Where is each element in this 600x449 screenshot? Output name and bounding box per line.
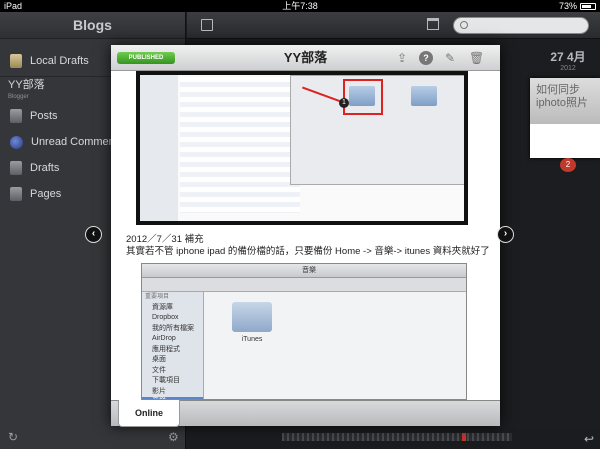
caption-date: 2012／7／31 補充	[126, 234, 204, 245]
modal-footer: Online	[111, 400, 500, 427]
post-thumbnail[interactable]: 如何同步iphoto照片	[530, 78, 600, 158]
finder-sidebar-item: 資源庫	[152, 303, 173, 311]
finder-sidebar-header: 重要項目	[145, 294, 170, 300]
finder-sidebar: 重要項目 資源庫 Dropbox 我的所有檔案 AirDrop 應用程式 桌面 …	[142, 292, 204, 399]
compose-icon[interactable]	[201, 19, 213, 31]
highlight-arrow	[301, 86, 345, 104]
search-icon	[460, 21, 468, 29]
finder-sidebar-item: Dropbox	[152, 314, 179, 321]
blog-host: Blogger	[8, 94, 29, 100]
share-icon[interactable]: ⇪	[395, 51, 409, 65]
finder-sidebar-item: 桌面	[152, 356, 166, 363]
finder-window-graphic: 1	[290, 75, 464, 185]
edit-pencil-icon[interactable]: ✎	[443, 51, 457, 65]
trash-icon[interactable]: 🗑	[469, 51, 484, 65]
step-badge: 1	[339, 98, 349, 108]
modal-title: YY部落	[283, 50, 328, 65]
sidebar-item-label: Pages	[30, 188, 62, 200]
finder-sidebar-item: AirDrop	[152, 335, 176, 342]
battery-percent: 73%	[558, 1, 577, 11]
posts-icon	[10, 109, 22, 123]
help-icon[interactable]: ?	[419, 51, 433, 65]
itunes-song-list-graphic	[180, 77, 300, 213]
drafts-icon	[10, 161, 22, 175]
timeline-day-month: 27 4月	[550, 50, 586, 64]
folder-icon	[411, 86, 437, 106]
pages-icon	[10, 187, 22, 201]
sidebar-item-label: Drafts	[30, 162, 60, 174]
timeline-marker	[462, 433, 466, 441]
embedded-screenshot-itunes: 1	[136, 71, 468, 225]
finder-window-title: 音樂	[302, 267, 316, 274]
modal-header: PUBLISHED YY部落 ⇪ ? ✎ 🗑	[111, 45, 500, 71]
itunes-sidebar-graphic	[140, 75, 178, 221]
refresh-icon[interactable]: ↻	[8, 431, 20, 443]
embedded-screenshot-finder: 音樂 重要項目 資源庫 Dropbox 我的所有檔案 AirDrop 應用程式 …	[141, 263, 467, 400]
top-toolbar	[187, 12, 600, 39]
battery-icon	[580, 2, 596, 10]
finder-sidebar-item: 我的所有檔案	[152, 324, 194, 332]
post-content: 1 2012／7／31 補充 其實若不管 iphone ipad 的備份檔的話，…	[111, 71, 500, 400]
post-body-text: 2012／7／31 補充 其實若不管 iphone ipad 的備份檔的話，只要…	[126, 234, 491, 258]
sidebar-item-label: Unread Comments	[31, 136, 124, 148]
finder-sidebar-item: 應用程式	[152, 345, 180, 353]
previous-post-chevron-left-icon[interactable]: ‹	[85, 226, 102, 243]
search-input[interactable]	[453, 17, 589, 34]
settings-gear-icon[interactable]: ⚙	[168, 431, 180, 443]
finder-sidebar-item: 下載項目	[152, 377, 180, 384]
finder-toolbar	[142, 278, 466, 292]
finder-titlebar: 音樂	[142, 264, 466, 278]
caption-text: 其實若不管 iphone ipad 的備份檔的話，只要備份 Home -> 音樂…	[126, 246, 490, 257]
comment-count-badge: 2	[560, 158, 576, 172]
finder-sidebar-item: 文件	[152, 366, 166, 374]
status-bar: iPad 上午7:38 73%	[0, 0, 600, 12]
online-tab[interactable]: Online	[118, 400, 180, 427]
sidebar-item-label: Local Drafts	[30, 55, 89, 67]
drafts-folder-icon	[10, 54, 22, 68]
sidebar-item-label: Posts	[30, 110, 58, 122]
timeline-scrubber[interactable]: ↩	[186, 428, 600, 449]
timeline-year: 2012	[560, 65, 576, 72]
timeline-track[interactable]	[282, 433, 512, 441]
calendar-icon[interactable]	[427, 18, 439, 30]
sidebar-title: Blogs	[0, 12, 185, 39]
screenshot-image: 1	[140, 75, 464, 221]
timeline-date: 27 4月 2012	[548, 48, 588, 72]
itunes-folder-label: iTunes	[241, 336, 263, 343]
battery-indicator: 73%	[559, 0, 596, 12]
post-thumbnail-title: 如何同步iphoto照片	[530, 78, 600, 124]
next-post-chevron-right-icon[interactable]: ›	[497, 226, 514, 243]
highlight-box	[343, 79, 383, 115]
finder-sidebar-item: 影片	[152, 387, 166, 395]
blog-name: YY部落	[8, 79, 45, 91]
blog-header[interactable]: YY部落 Blogger	[8, 80, 45, 103]
itunes-folder-icon	[232, 302, 272, 332]
post-viewer-modal: PUBLISHED YY部落 ⇪ ? ✎ 🗑 1 2012／7／31 補充 其實	[111, 45, 500, 427]
clock-label: 上午7:38	[282, 1, 318, 11]
comments-icon	[10, 135, 23, 149]
back-arrow-icon[interactable]: ↩	[584, 432, 594, 446]
